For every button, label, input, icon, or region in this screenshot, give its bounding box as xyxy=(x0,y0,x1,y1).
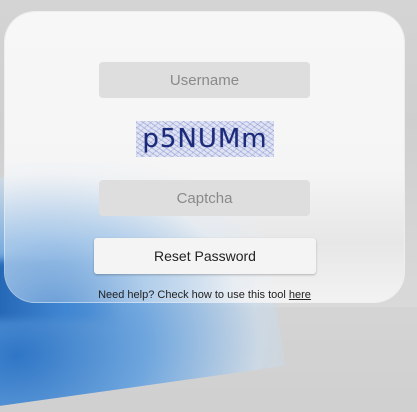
reset-password-button[interactable]: Reset Password xyxy=(94,238,316,274)
help-text: Need help? Check how to use this tool xyxy=(98,289,286,301)
username-input[interactable] xyxy=(99,62,310,98)
captcha-image: p5NUMm xyxy=(136,121,274,157)
help-link[interactable]: here xyxy=(289,289,311,301)
captcha-input[interactable] xyxy=(99,180,310,216)
help-line: Need help? Check how to use this tool he… xyxy=(5,289,404,301)
reset-password-card: p5NUMm Reset Password Need help? Check h… xyxy=(5,12,404,302)
captcha-image-text: p5NUMm xyxy=(142,124,268,154)
